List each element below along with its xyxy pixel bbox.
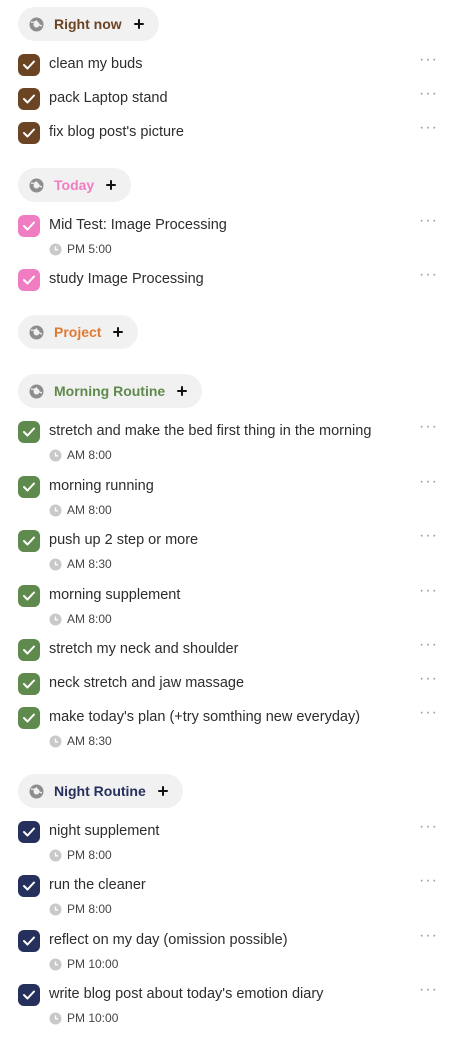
task-time-label: PM 8:00 — [67, 902, 112, 916]
task-title: run the cleaner — [49, 877, 146, 893]
more-horizontal-icon[interactable]: ··· — [419, 86, 438, 102]
group-title: Right now — [54, 16, 122, 32]
task-time-label: AM 8:30 — [67, 557, 112, 571]
clock-icon — [49, 735, 62, 748]
task-title: study Image Processing — [49, 271, 204, 287]
check-icon[interactable] — [18, 585, 40, 607]
clock-icon — [49, 1012, 62, 1025]
more-horizontal-icon[interactable]: ··· — [419, 120, 438, 136]
check-icon[interactable] — [18, 530, 40, 552]
task-time: AM 8:00 — [49, 448, 112, 462]
task-title: write blog post about today's emotion di… — [49, 986, 324, 1002]
task-list: Right now clean my buds ··· pack Laptop … — [0, 0, 458, 1040]
check-icon[interactable] — [18, 54, 40, 76]
task-title: clean my buds — [49, 56, 143, 72]
more-horizontal-icon[interactable]: ··· — [419, 819, 438, 835]
task-time-label: PM 8:00 — [67, 848, 112, 862]
add-task-plus-icon[interactable] — [174, 383, 190, 399]
check-icon[interactable] — [18, 707, 40, 729]
globe-icon — [29, 384, 44, 399]
task-time: AM 8:00 — [49, 503, 112, 517]
more-horizontal-icon[interactable]: ··· — [419, 474, 438, 490]
add-task-plus-icon[interactable] — [103, 177, 119, 193]
task-title: pack Laptop stand — [49, 90, 168, 106]
more-horizontal-icon[interactable]: ··· — [419, 213, 438, 229]
task-time-label: AM 8:00 — [67, 448, 112, 462]
task-title: Mid Test: Image Processing — [49, 217, 227, 233]
task-time-label: PM 5:00 — [67, 242, 112, 256]
more-horizontal-icon[interactable]: ··· — [419, 671, 438, 687]
task-time-label: PM 10:00 — [67, 1011, 119, 1025]
task-time: PM 10:00 — [49, 957, 118, 971]
check-icon[interactable] — [18, 673, 40, 695]
more-horizontal-icon[interactable]: ··· — [419, 583, 438, 599]
check-icon[interactable] — [18, 269, 40, 291]
group-header-today[interactable]: Today — [18, 168, 132, 202]
task-title: stretch my neck and shoulder — [49, 641, 239, 657]
group-title: Project — [54, 324, 102, 340]
task-title: night supplement — [49, 823, 160, 839]
check-icon[interactable] — [18, 984, 40, 1006]
task-time: AM 8:30 — [49, 734, 112, 748]
globe-icon — [29, 325, 44, 340]
task-title: fix blog post's picture — [49, 124, 184, 140]
task-time: PM 8:00 — [49, 902, 112, 916]
group-header-project[interactable]: Project — [18, 315, 139, 349]
task-time: AM 8:00 — [49, 612, 112, 626]
clock-icon — [49, 849, 62, 862]
group-title: Morning Routine — [54, 383, 166, 399]
task-time: PM 8:00 — [49, 848, 112, 862]
clock-icon — [49, 958, 62, 971]
clock-icon — [49, 903, 62, 916]
check-icon[interactable] — [18, 215, 40, 237]
group-title: Night Routine — [54, 783, 146, 799]
task-time-label: AM 8:00 — [67, 612, 112, 626]
clock-icon — [49, 504, 62, 517]
task-time-label: PM 10:00 — [67, 957, 119, 971]
group-title: Today — [54, 177, 95, 193]
more-horizontal-icon[interactable]: ··· — [419, 873, 438, 889]
task-title: push up 2 step or more — [49, 532, 199, 548]
clock-icon — [49, 558, 62, 571]
clock-icon — [49, 243, 62, 256]
check-icon[interactable] — [18, 930, 40, 952]
task-title: morning supplement — [49, 587, 181, 603]
task-title: make today's plan (+try somthing new eve… — [49, 709, 361, 725]
group-header-right-now[interactable]: Right now — [18, 7, 159, 41]
clock-icon — [49, 449, 62, 462]
task-time: PM 10:00 — [49, 1011, 118, 1025]
add-task-plus-icon[interactable] — [131, 16, 147, 32]
task-title: reflect on my day (omission possible) — [49, 932, 288, 948]
check-icon[interactable] — [18, 476, 40, 498]
check-icon[interactable] — [18, 122, 40, 144]
globe-icon — [29, 17, 44, 32]
task-time-label: AM 8:30 — [67, 734, 112, 748]
add-task-plus-icon[interactable] — [110, 324, 126, 340]
task-time: AM 8:30 — [49, 557, 112, 571]
check-icon[interactable] — [18, 421, 40, 443]
group-header-morning-routine[interactable]: Morning Routine — [18, 374, 203, 408]
check-icon[interactable] — [18, 88, 40, 110]
more-horizontal-icon[interactable]: ··· — [419, 928, 438, 944]
check-icon[interactable] — [18, 639, 40, 661]
task-title: stretch and make the bed first thing in … — [49, 423, 372, 439]
check-icon[interactable] — [18, 821, 40, 843]
task-time-label: AM 8:00 — [67, 503, 112, 517]
more-horizontal-icon[interactable]: ··· — [419, 982, 438, 998]
more-horizontal-icon[interactable]: ··· — [419, 637, 438, 653]
check-icon[interactable] — [18, 875, 40, 897]
more-horizontal-icon[interactable]: ··· — [419, 705, 438, 721]
task-title: morning running — [49, 478, 154, 494]
clock-icon — [49, 613, 62, 626]
globe-icon — [29, 784, 44, 799]
globe-icon — [29, 178, 44, 193]
more-horizontal-icon[interactable]: ··· — [419, 267, 438, 283]
more-horizontal-icon[interactable]: ··· — [419, 52, 438, 68]
group-header-night-routine[interactable]: Night Routine — [18, 774, 183, 808]
add-task-plus-icon[interactable] — [155, 783, 171, 799]
more-horizontal-icon[interactable]: ··· — [419, 528, 438, 544]
task-title: neck stretch and jaw massage — [49, 675, 245, 691]
more-horizontal-icon[interactable]: ··· — [419, 419, 438, 435]
task-time: PM 5:00 — [49, 242, 112, 256]
